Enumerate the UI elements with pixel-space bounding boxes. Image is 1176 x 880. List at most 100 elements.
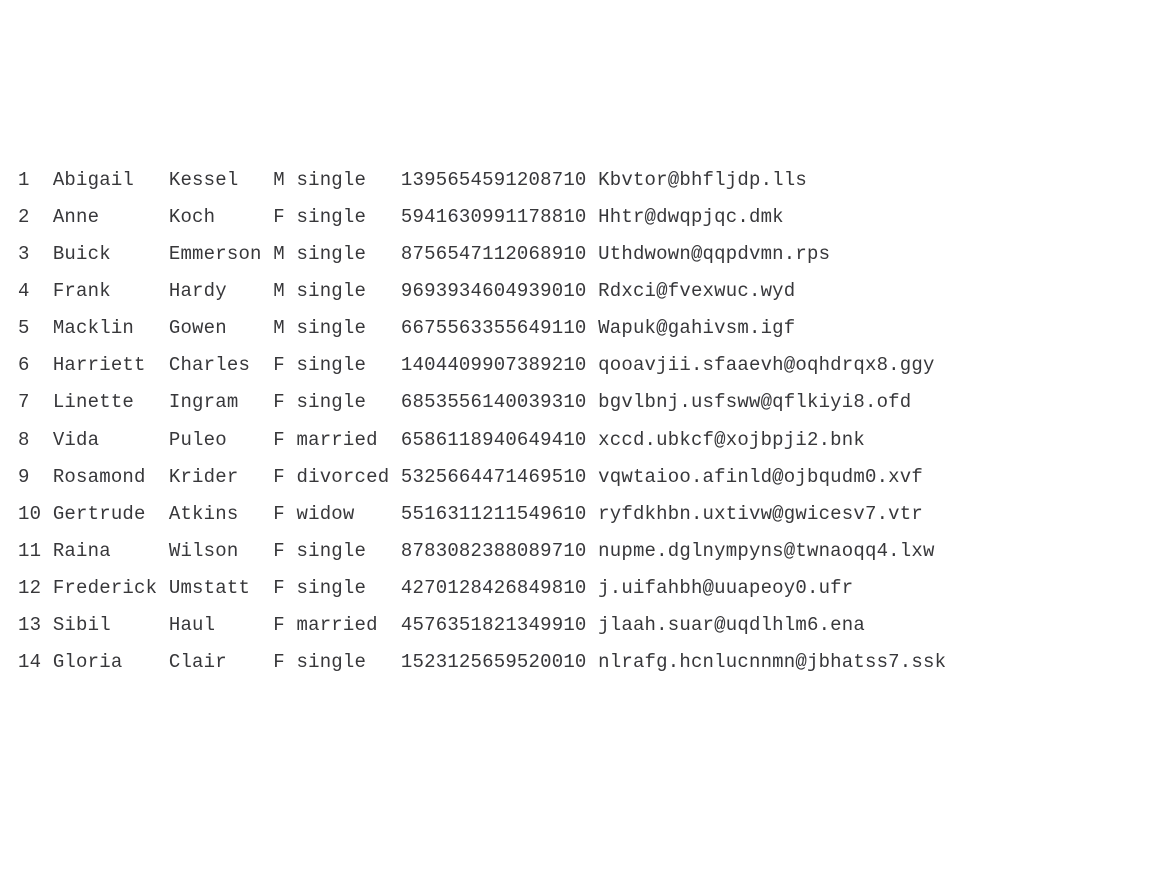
table-row: 3 Buick Emmerson M single 87565471120689…	[18, 236, 1158, 273]
first-cell: Abigail	[53, 169, 169, 191]
table-row: 2 Anne Koch F single 5941630991178810 Hh…	[18, 199, 1158, 236]
first-cell: Frank	[53, 280, 169, 302]
idx-cell: 7	[18, 391, 53, 413]
sex-cell: F	[273, 540, 296, 562]
number-cell: 5516311211549610	[401, 503, 598, 525]
number-cell: 8783082388089710	[401, 540, 598, 562]
number-cell: 5325664471469510	[401, 466, 598, 488]
table-row: 7 Linette Ingram F single 68535561400393…	[18, 384, 1158, 421]
email-cell: bgvlbnj.usfsww@qflkiyi8.ofd	[598, 391, 911, 413]
status-cell: single	[296, 651, 400, 673]
sex-cell: F	[273, 503, 296, 525]
sex-cell: F	[273, 651, 296, 673]
idx-cell: 8	[18, 429, 53, 451]
idx-cell: 3	[18, 243, 53, 265]
status-cell: single	[296, 354, 400, 376]
status-cell: widow	[296, 503, 400, 525]
idx-cell: 9	[18, 466, 53, 488]
last-cell: Koch	[169, 206, 273, 228]
last-cell: Krider	[169, 466, 273, 488]
last-cell: Wilson	[169, 540, 273, 562]
status-cell: married	[296, 614, 400, 636]
first-cell: Sibil	[53, 614, 169, 636]
last-cell: Gowen	[169, 317, 273, 339]
idx-cell: 2	[18, 206, 53, 228]
number-cell: 1523125659520010	[401, 651, 598, 673]
table-row: 13 Sibil Haul F married 4576351821349910…	[18, 607, 1158, 644]
number-cell: 6586118940649410	[401, 429, 598, 451]
status-cell: divorced	[296, 466, 400, 488]
last-cell: Kessel	[169, 169, 273, 191]
number-cell: 6853556140039310	[401, 391, 598, 413]
sex-cell: F	[273, 466, 296, 488]
data-table: 1 Abigail Kessel M single 13956545912087…	[18, 162, 1158, 681]
first-cell: Gloria	[53, 651, 169, 673]
status-cell: married	[296, 429, 400, 451]
email-cell: qooavjii.sfaaevh@oqhdrqx8.ggy	[598, 354, 934, 376]
email-cell: nupme.dglnympyns@twnaoqq4.lxw	[598, 540, 934, 562]
table-row: 9 Rosamond Krider F divorced 53256644714…	[18, 459, 1158, 496]
first-cell: Raina	[53, 540, 169, 562]
table-row: 12 Frederick Umstatt F single 4270128426…	[18, 570, 1158, 607]
last-cell: Atkins	[169, 503, 273, 525]
last-cell: Clair	[169, 651, 273, 673]
idx-cell: 12	[18, 577, 53, 599]
idx-cell: 5	[18, 317, 53, 339]
email-cell: ryfdkhbn.uxtivw@gwicesv7.vtr	[598, 503, 923, 525]
idx-cell: 4	[18, 280, 53, 302]
table-row: 8 Vida Puleo F married 6586118940649410 …	[18, 422, 1158, 459]
table-row: 6 Harriett Charles F single 140440990738…	[18, 347, 1158, 384]
email-cell: xccd.ubkcf@xojbpji2.bnk	[598, 429, 865, 451]
idx-cell: 10	[18, 503, 53, 525]
number-cell: 8756547112068910	[401, 243, 598, 265]
first-cell: Rosamond	[53, 466, 169, 488]
status-cell: single	[296, 169, 400, 191]
table-row: 10 Gertrude Atkins F widow 5516311211549…	[18, 496, 1158, 533]
sex-cell: M	[273, 243, 296, 265]
last-cell: Charles	[169, 354, 273, 376]
email-cell: jlaah.suar@uqdlhlm6.ena	[598, 614, 865, 636]
status-cell: single	[296, 317, 400, 339]
table-row: 14 Gloria Clair F single 152312565952001…	[18, 644, 1158, 681]
sex-cell: F	[273, 206, 296, 228]
idx-cell: 6	[18, 354, 53, 376]
status-cell: single	[296, 243, 400, 265]
first-cell: Buick	[53, 243, 169, 265]
last-cell: Ingram	[169, 391, 273, 413]
sex-cell: M	[273, 169, 296, 191]
first-cell: Linette	[53, 391, 169, 413]
idx-cell: 11	[18, 540, 53, 562]
email-cell: Rdxci@fvexwuc.wyd	[598, 280, 795, 302]
first-cell: Anne	[53, 206, 169, 228]
email-cell: vqwtaioo.afinld@ojbqudm0.xvf	[598, 466, 923, 488]
email-cell: j.uifahbh@uuapeoy0.ufr	[598, 577, 853, 599]
first-cell: Vida	[53, 429, 169, 451]
last-cell: Emmerson	[169, 243, 273, 265]
number-cell: 6675563355649110	[401, 317, 598, 339]
sex-cell: F	[273, 391, 296, 413]
sex-cell: M	[273, 280, 296, 302]
sex-cell: F	[273, 614, 296, 636]
idx-cell: 1	[18, 169, 53, 191]
email-cell: Hhtr@dwqpjqc.dmk	[598, 206, 784, 228]
last-cell: Hardy	[169, 280, 273, 302]
number-cell: 4576351821349910	[401, 614, 598, 636]
status-cell: single	[296, 540, 400, 562]
email-cell: Kbvtor@bhfljdp.lls	[598, 169, 807, 191]
email-cell: Wapuk@gahivsm.igf	[598, 317, 795, 339]
email-cell: Uthdwown@qqpdvmn.rps	[598, 243, 830, 265]
status-cell: single	[296, 206, 400, 228]
idx-cell: 13	[18, 614, 53, 636]
idx-cell: 14	[18, 651, 53, 673]
first-cell: Harriett	[53, 354, 169, 376]
number-cell: 4270128426849810	[401, 577, 598, 599]
sex-cell: F	[273, 354, 296, 376]
number-cell: 1404409907389210	[401, 354, 598, 376]
status-cell: single	[296, 280, 400, 302]
number-cell: 9693934604939010	[401, 280, 598, 302]
status-cell: single	[296, 391, 400, 413]
sex-cell: F	[273, 577, 296, 599]
number-cell: 1395654591208710	[401, 169, 598, 191]
first-cell: Frederick	[53, 577, 169, 599]
table-row: 1 Abigail Kessel M single 13956545912087…	[18, 162, 1158, 199]
